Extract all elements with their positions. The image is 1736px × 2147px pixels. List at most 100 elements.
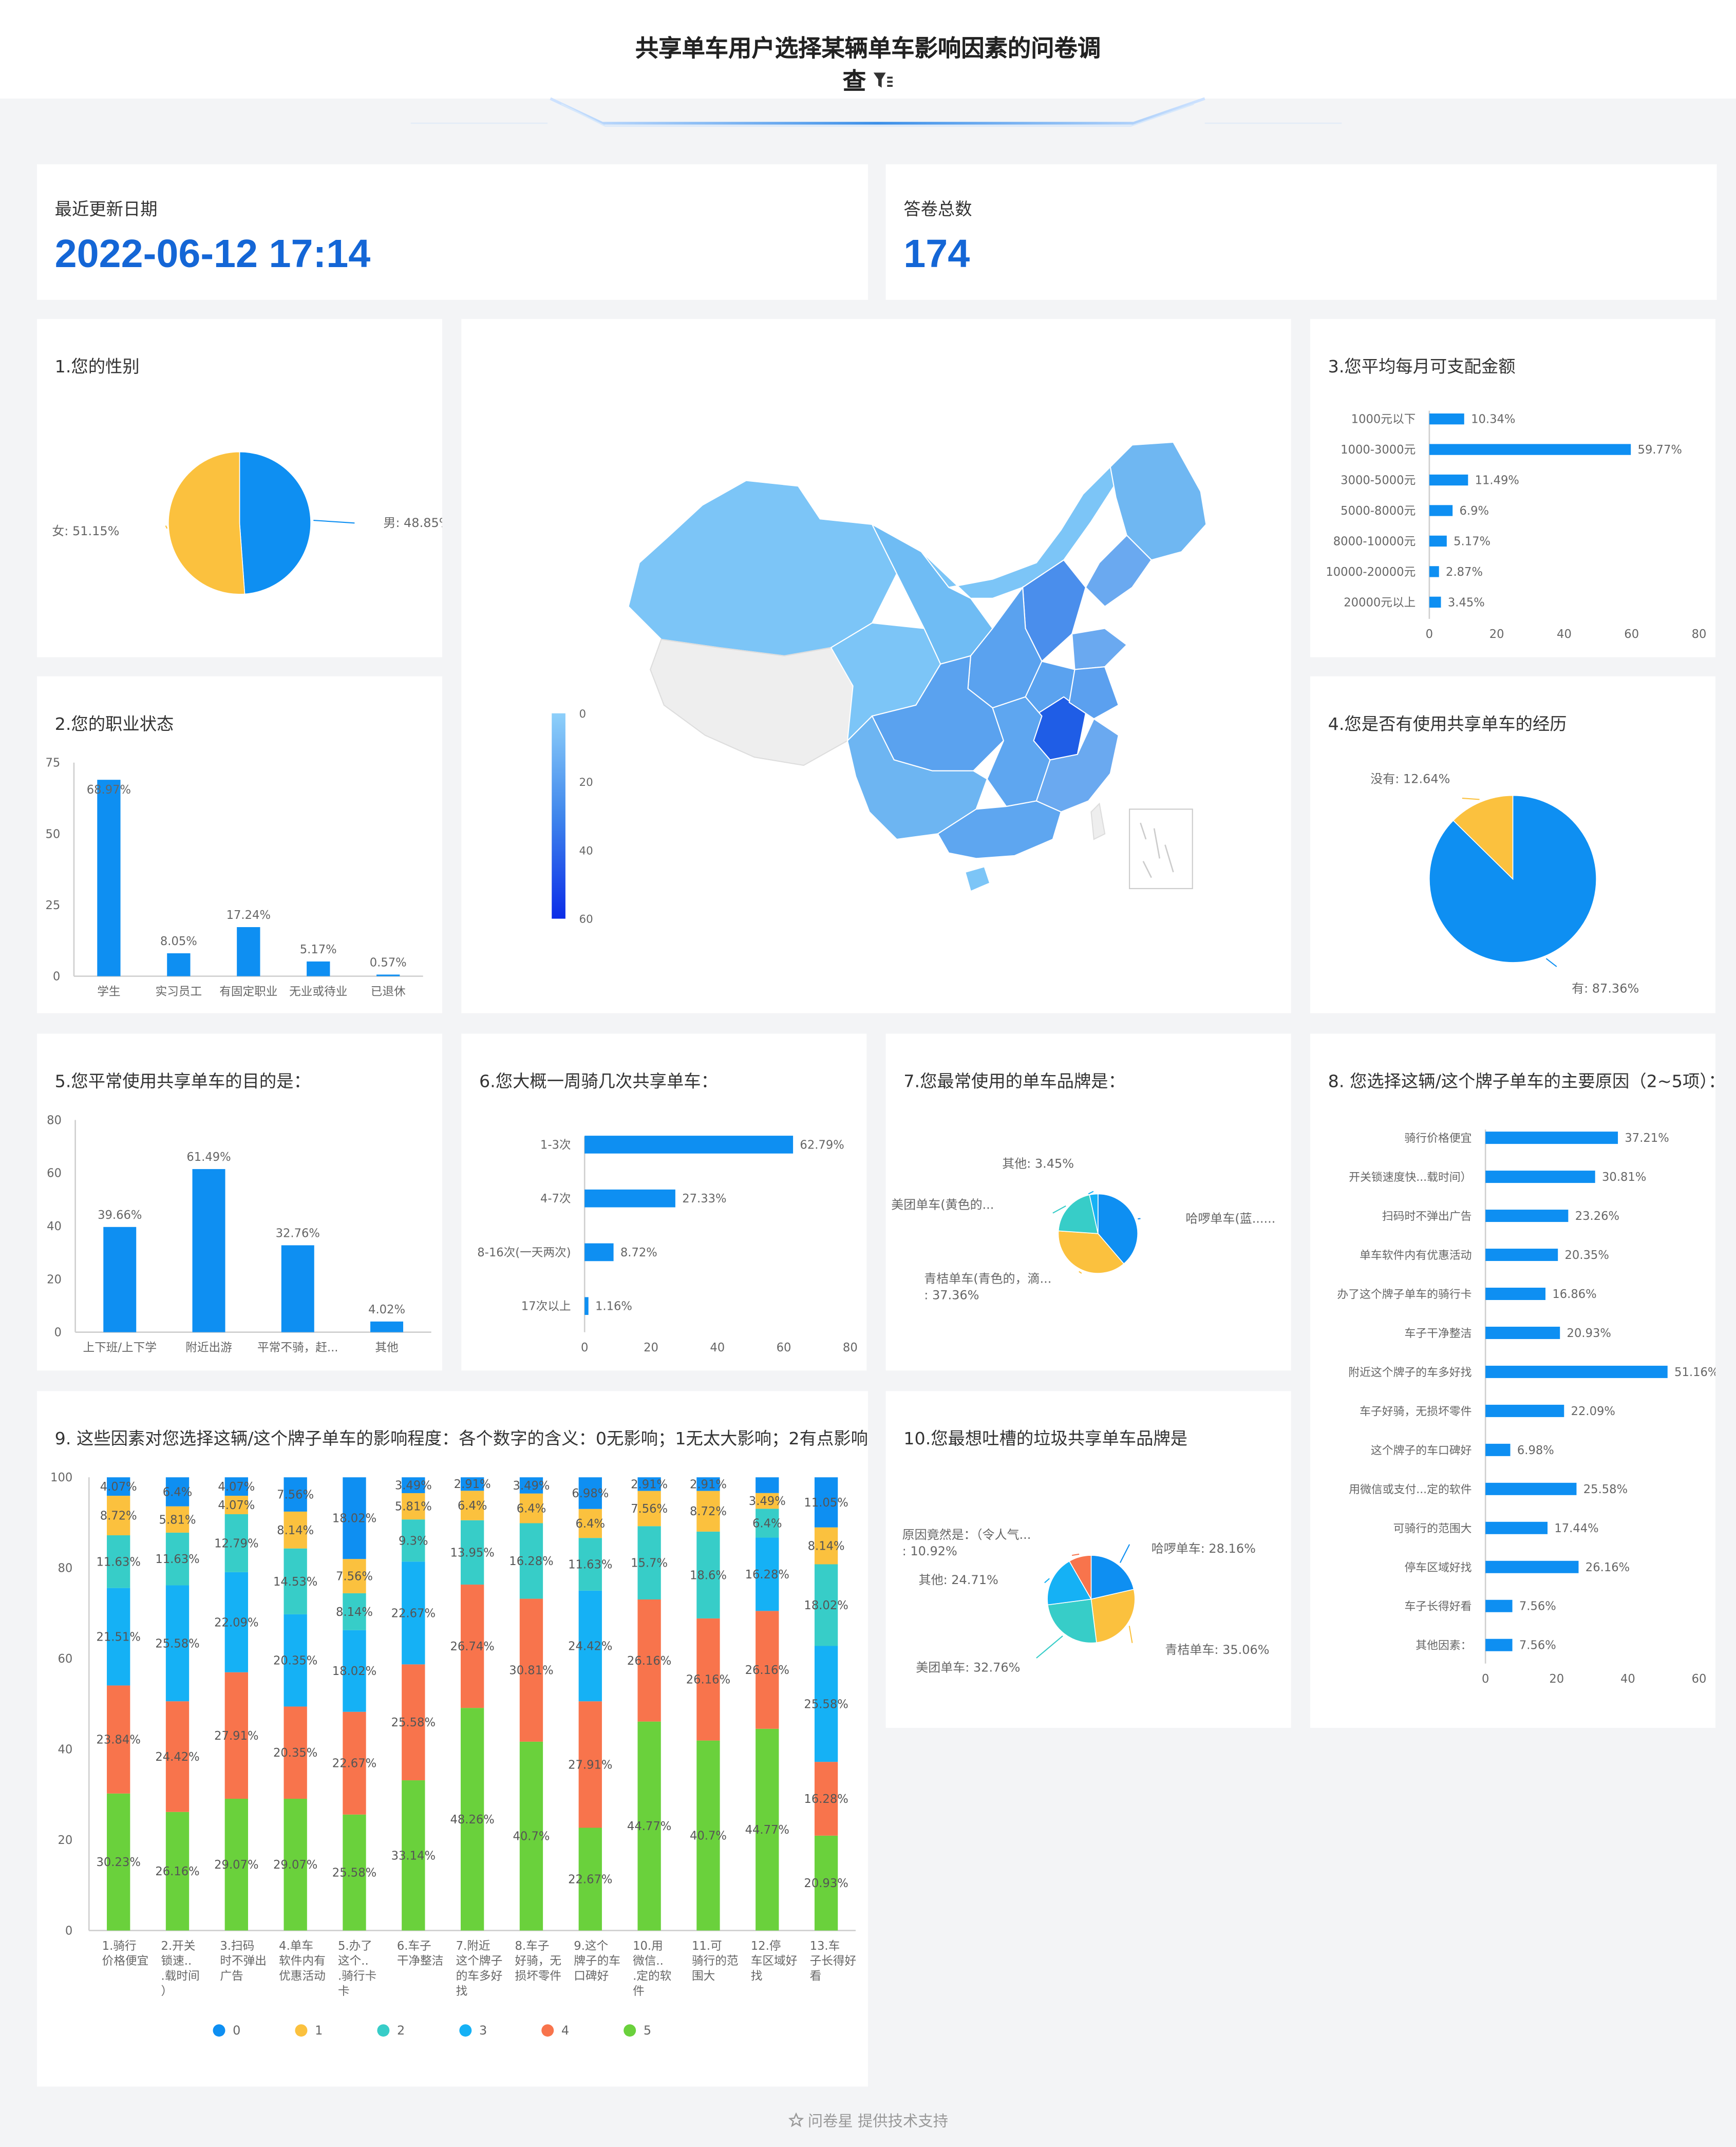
- segment-value-label: 5.81%: [159, 1513, 196, 1527]
- chart-q5: 0 20 40 60 80 39.66% 上下班/上下学 61.49% 附近出游 32.76% 平常…: [47, 1114, 431, 1354]
- category-label: 4.单车: [279, 1939, 313, 1953]
- segment-value-label: 11.05%: [804, 1496, 848, 1510]
- chart-q1: 男: 48.85% 女: 51.15%: [52, 451, 442, 595]
- bar: [1485, 1249, 1558, 1261]
- segment-value-label: 16.28%: [745, 1568, 789, 1581]
- segment-value-label: 21.51%: [97, 1631, 141, 1644]
- segment-value-label: 27.91%: [214, 1729, 258, 1743]
- segment-value-label: 20.35%: [273, 1746, 317, 1760]
- bar-value-label: 6.98%: [1517, 1444, 1554, 1457]
- category-label: 牌子的车: [574, 1954, 620, 1968]
- segment-value-label: 20.93%: [804, 1877, 848, 1890]
- category-label: .定的软: [633, 1969, 671, 1983]
- category-label: 附近这个牌子的车多好找: [1348, 1366, 1471, 1379]
- category-label: 上下班/上下学: [83, 1341, 156, 1354]
- stack-segment: [756, 1477, 779, 1493]
- x-tick-label: 60: [1624, 628, 1639, 641]
- category-label: 口碑好: [574, 1969, 609, 1983]
- segment-value-label: 3.49%: [513, 1479, 550, 1493]
- category-label: 好骑，无: [515, 1954, 561, 1968]
- bar: [584, 1297, 589, 1315]
- category-label: 无业或待业: [289, 985, 347, 999]
- bar-value-label: 17.24%: [227, 909, 271, 922]
- x-tick-label: 20: [1549, 1672, 1564, 1686]
- pie-slice: [1090, 1589, 1136, 1643]
- category-label: 用微信或支付...定的软件: [1349, 1483, 1471, 1496]
- stat-card-updated: 最近更新日期 2022-06-12 17:14: [36, 164, 868, 300]
- x-tick-label: 80: [843, 1341, 858, 1354]
- bar-value-label: 20.35%: [1565, 1249, 1609, 1262]
- category-label: 这个牌子的车口碑好: [1371, 1444, 1472, 1457]
- pie-label: 没有: 12.64%: [1370, 772, 1450, 786]
- category-label: .载时间: [161, 1969, 200, 1983]
- pie-label: 哈啰单车: 28.16%: [1152, 1541, 1256, 1556]
- y-tick-label: 0: [65, 1924, 72, 1937]
- bar: [376, 974, 400, 976]
- segment-value-label: 8.14%: [336, 1606, 373, 1619]
- filter-icon[interactable]: [874, 72, 894, 95]
- legend-label: 0: [233, 2023, 240, 2038]
- footer-text[interactable]: 问卷星 提供技术支持: [808, 2113, 948, 2131]
- segment-value-label: 18.02%: [332, 1665, 376, 1678]
- segment-value-label: 8.72%: [690, 1505, 727, 1518]
- category-label: 3000-5000元: [1341, 474, 1416, 487]
- y-tick-label: 100: [50, 1471, 72, 1484]
- stat-total-label: 答卷总数: [903, 198, 972, 219]
- bar: [1429, 566, 1439, 577]
- bar: [1485, 1560, 1579, 1573]
- segment-value-label: 18.02%: [804, 1599, 848, 1612]
- bar: [1485, 1365, 1668, 1378]
- category-label: 3.扫码: [220, 1939, 254, 1953]
- pie-label: 其他: 24.71%: [919, 1573, 998, 1587]
- bar: [1429, 444, 1631, 455]
- segment-value-label: 7.56%: [631, 1502, 668, 1516]
- category-label: 8000-10000元: [1333, 535, 1416, 548]
- visual-map-bar: [552, 713, 565, 919]
- legend-label: 1: [315, 2023, 323, 2038]
- bar-value-label: 7.56%: [1519, 1639, 1556, 1652]
- bar-value-label: 11.49%: [1475, 474, 1519, 487]
- category-label: 子长得好: [810, 1954, 857, 1968]
- segment-value-label: 26.16%: [686, 1673, 730, 1687]
- segment-value-label: 24.42%: [155, 1750, 199, 1764]
- pie-leader-line: [1545, 958, 1557, 967]
- bar-value-label: 39.66%: [98, 1209, 142, 1222]
- x-tick-label: 20: [644, 1341, 658, 1354]
- map-region-xinjiang: [628, 480, 898, 656]
- bar-value-label: 22.09%: [1571, 1405, 1615, 1418]
- category-label: 办了这个牌子单车的骑行卡: [1337, 1288, 1471, 1301]
- bar-value-label: 59.77%: [1638, 443, 1682, 457]
- dashboard: 共享单车用户选择某辆单车影响因素的问卷调 查 最近更新日期 2022-06-12…: [0, 0, 1736, 2147]
- bar: [1485, 1210, 1569, 1222]
- bar: [237, 927, 260, 976]
- segment-value-label: 16.28%: [804, 1793, 848, 1806]
- segment-value-label: 2.91%: [454, 1478, 491, 1491]
- segment-value-label: 22.67%: [332, 1757, 376, 1771]
- visual-map-legend: 0 20 40 60: [552, 708, 593, 926]
- category-label: 围大: [692, 1969, 715, 1983]
- pie-label: 其他: 3.45%: [1002, 1157, 1074, 1171]
- stat-updated-value: 2022-06-12 17:14: [54, 233, 371, 277]
- segment-value-label: 14.53%: [273, 1575, 317, 1589]
- category-label: 车子干净整洁: [1404, 1327, 1471, 1340]
- stat-card-total: 答卷总数 174: [885, 164, 1717, 300]
- category-label: 1000-3000元: [1341, 443, 1416, 457]
- segment-value-label: 18.02%: [332, 1512, 376, 1526]
- bar: [1485, 1638, 1513, 1651]
- chart-card-q9: 9. 这些因素对您选择这辆/这个牌子单车的影响程度：各个数字的含义：0无影响；1…: [36, 1391, 868, 2087]
- category-label: 卡: [338, 1985, 350, 1998]
- category-label: ）: [161, 1985, 173, 1998]
- category-label: 骑行价格便宜: [1404, 1132, 1471, 1145]
- chart-card-q3: 3.您平均每月可支配金额 0 20 40 60 80 1000元以下 10.34% 1000-…: [1310, 319, 1715, 657]
- pie-leader-line: [1052, 1205, 1066, 1214]
- category-label: 5.办了: [338, 1939, 372, 1953]
- category-label: 1000元以下: [1351, 413, 1416, 426]
- page-title-line1: 共享单车用户选择某辆单车影响因素的问卷调: [635, 35, 1101, 63]
- bar-value-label: 2.87%: [1446, 566, 1483, 579]
- segment-value-label: 7.56%: [277, 1489, 314, 1502]
- bar-value-label: 30.81%: [1602, 1171, 1646, 1184]
- chart-map: 0 20 40 60: [552, 441, 1207, 926]
- segment-value-label: 20.35%: [273, 1654, 317, 1668]
- segment-value-label: 26.16%: [155, 1865, 199, 1878]
- segment-value-label: 24.42%: [568, 1640, 612, 1653]
